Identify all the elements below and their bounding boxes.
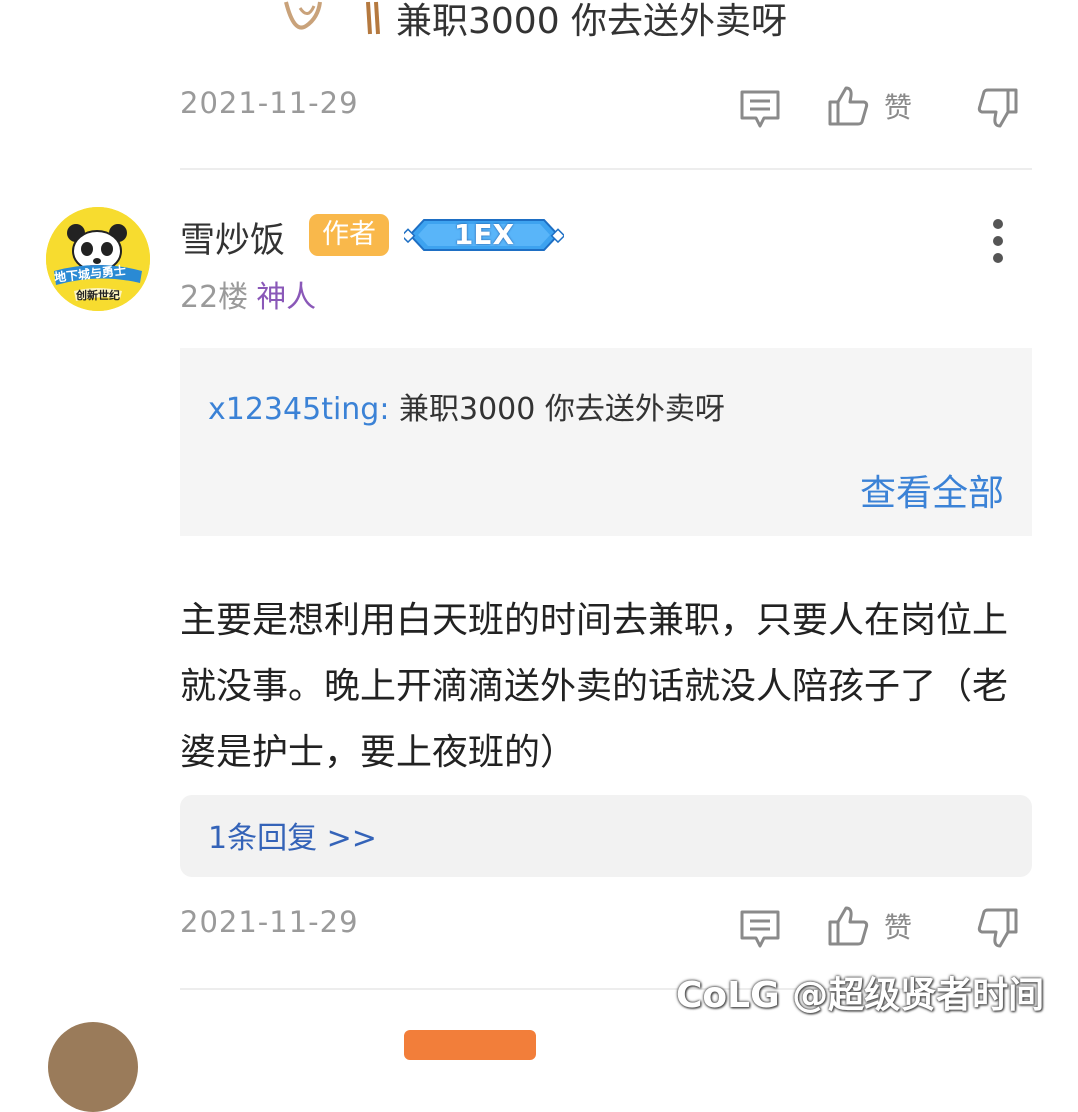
reply-icon[interactable] (738, 906, 782, 950)
replies-label[interactable]: 1条回复 >> (208, 813, 377, 857)
dislike-icon[interactable] (976, 86, 1020, 130)
next-comment-badge (404, 1030, 536, 1060)
avatar-caption-bottom: 创新世纪 (76, 289, 120, 302)
floor-info: 22楼 神人 (180, 272, 316, 316)
avatar[interactable]: 地下城与勇士 创新世纪 (46, 207, 150, 311)
dislike-icon[interactable] (976, 906, 1020, 950)
like-icon[interactable] (826, 84, 870, 128)
sticker-image (280, 0, 380, 36)
level-badge: 1EX (404, 212, 564, 258)
username[interactable]: 雪炒饭 (180, 212, 285, 263)
watermark: CoLG @超级贤者时间 (676, 975, 1045, 1016)
divider (180, 168, 1032, 170)
quote-line: x12345ting: 兼职3000 你去送外卖呀 (208, 384, 725, 428)
replies-button[interactable]: 1条回复 >> (180, 795, 1032, 877)
reply-icon[interactable] (738, 86, 782, 130)
comment-body: 主要是想利用白天班的时间去兼职，只要人在岗位上就没事。晚上开滴滴送外卖的话就没人… (180, 600, 1009, 773)
quote-text: 兼职3000 你去送外卖呀 (399, 392, 725, 427)
floor-number: 22楼 (180, 280, 249, 315)
more-options-icon[interactable] (984, 218, 1012, 264)
quote-username[interactable]: x12345ting: (208, 392, 389, 427)
comment-date: 2021-11-29 (180, 905, 359, 939)
level-label: 1EX (453, 218, 515, 251)
next-comment-avatar[interactable] (48, 1022, 138, 1112)
like-icon[interactable] (826, 904, 870, 948)
quoted-comment[interactable]: x12345ting: 兼职3000 你去送外卖呀 查看全部 (180, 348, 1032, 536)
previous-comment-date: 2021-11-29 (180, 86, 359, 120)
previous-comment-text: 兼职3000 你去送外卖呀 (396, 1, 788, 42)
like-label[interactable]: 赞 (884, 906, 912, 946)
floor-tag: 神人 (256, 280, 317, 315)
view-all-link[interactable]: 查看全部 (860, 464, 1004, 516)
like-label[interactable]: 赞 (884, 86, 912, 126)
author-badge: 作者 (309, 214, 389, 256)
